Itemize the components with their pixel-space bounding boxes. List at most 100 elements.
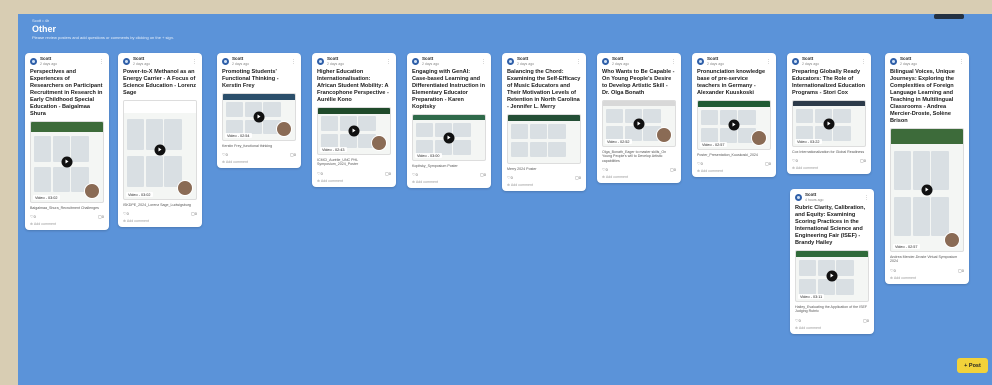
post-card[interactable]: Scott 2 days ago ⋮ Preparing Globally Ready… [787, 53, 871, 175]
presenter-photo [656, 127, 672, 143]
poster-thumbnail[interactable]: Video - 02:43 [317, 107, 391, 155]
comment-button[interactable]: ▢0 [385, 171, 391, 176]
poster-thumbnail[interactable]: Video - 03:02 [123, 100, 197, 200]
poster-thumbnail[interactable]: Video - 03:00 [412, 114, 486, 161]
post-card[interactable]: Scott 2 days ago ⋮ Promoting Students' Func… [217, 53, 301, 169]
play-icon[interactable] [633, 118, 645, 129]
comment-button[interactable]: ▢0 [290, 152, 296, 157]
post-card[interactable]: Scott 2 days ago ⋮ Engaging with GenAI: Cas… [407, 53, 491, 189]
comment-button[interactable]: ▢0 [575, 175, 581, 180]
add-comment-label: Add comment [893, 275, 916, 280]
post-card[interactable]: Scott 4 hours ago ⋮ Rubric Clarity, Calibra… [790, 189, 874, 334]
like-button[interactable]: ♡0 [30, 214, 36, 219]
like-button[interactable]: ♡0 [792, 158, 798, 163]
more-options-icon[interactable]: ⋮ [766, 59, 771, 65]
poster-thumbnail[interactable]: Video - 02:54 [222, 93, 296, 141]
more-options-icon[interactable]: ⋮ [99, 59, 104, 65]
more-options-icon[interactable]: ⋮ [959, 59, 964, 65]
poster-header-band [793, 101, 865, 107]
presenter-photo [84, 183, 100, 199]
more-options-icon[interactable]: ⋮ [861, 59, 866, 65]
post-button[interactable]: + Post [957, 358, 988, 373]
board-title: Other [32, 24, 57, 34]
poster-header-band [508, 115, 580, 121]
post-card[interactable]: Scott 2 days ago ⋮ Perspectives and Experie… [25, 53, 109, 231]
poster-thumbnail[interactable] [507, 114, 581, 164]
play-icon[interactable] [826, 270, 838, 282]
post-card[interactable]: Scott 2 days ago ⋮ Pronunciation knowledge … [692, 53, 776, 178]
comment-button[interactable]: ▢0 [860, 158, 866, 163]
comment-button[interactable]: ▢0 [863, 318, 869, 323]
comment-button[interactable]: ▢0 [670, 167, 676, 172]
poster-text-block [700, 127, 719, 144]
play-icon[interactable] [443, 132, 455, 143]
post-time: 4 hours ago [805, 197, 824, 202]
add-comment-input[interactable]: ⊕ Add comment [222, 160, 296, 164]
poster-text-block [510, 141, 529, 158]
comment-count: 0 [673, 167, 676, 173]
post-author-row: Scott 2 days ago ⋮ [890, 57, 964, 66]
add-comment-label: Add comment [700, 169, 723, 174]
play-icon[interactable] [348, 125, 360, 137]
more-options-icon[interactable]: ⋮ [192, 59, 197, 65]
like-button[interactable]: ♡0 [317, 171, 323, 176]
post-stats: ♡0 ▢0 [123, 211, 197, 216]
post-author-row: Scott 2 days ago ⋮ [222, 57, 296, 66]
comment-button[interactable]: ▢0 [765, 161, 771, 166]
add-comment-input[interactable]: ⊕ Add comment [30, 222, 104, 226]
poster-thumbnail[interactable]: Video - 03:02 [30, 121, 104, 203]
comment-button[interactable]: ▢0 [480, 172, 486, 177]
more-options-icon[interactable]: ⋮ [576, 59, 581, 65]
add-comment-input[interactable]: ⊕ Add comment [507, 183, 581, 187]
comment-button[interactable]: ▢0 [958, 268, 964, 273]
play-icon[interactable] [823, 118, 835, 129]
post-time: 2 days ago [900, 61, 918, 66]
more-options-icon[interactable]: ⋮ [864, 195, 869, 201]
like-button[interactable]: ♡0 [123, 211, 129, 216]
post-card[interactable]: Scott 2 days ago ⋮ Who Wants to Be Capable … [597, 53, 681, 184]
poster-thumbnail[interactable]: Video - 02:57 [697, 100, 771, 150]
add-comment-input[interactable]: ⊕ Add comment [792, 166, 866, 170]
more-options-icon[interactable]: ⋮ [291, 59, 296, 65]
poster-thumbnail[interactable]: Video - 03:22 [792, 100, 866, 147]
like-button[interactable]: ♡0 [795, 318, 801, 323]
comment-button[interactable]: ▢0 [191, 211, 197, 216]
more-options-icon[interactable]: ⋮ [671, 59, 676, 65]
like-button[interactable]: ♡0 [697, 161, 703, 166]
play-icon[interactable] [921, 184, 933, 196]
like-count: 0 [798, 317, 801, 323]
add-comment-input[interactable]: ⊕ Add comment [412, 180, 486, 184]
play-icon[interactable] [154, 144, 166, 156]
like-button[interactable]: ♡0 [507, 175, 513, 180]
author-meta: Scott 2 days ago [612, 57, 629, 66]
top-toolbar-button[interactable] [934, 14, 964, 19]
play-icon[interactable] [728, 119, 740, 131]
add-comment-input[interactable]: ⊕ Add comment [890, 276, 964, 280]
play-icon[interactable] [61, 156, 73, 168]
post-card[interactable]: Scott 2 days ago ⋮ Higher Education Interna… [312, 53, 396, 187]
like-button[interactable]: ♡0 [412, 172, 418, 177]
post-card[interactable]: Scott 2 days ago ⋮ Bilingual Voices, Unique… [885, 53, 969, 284]
poster-text-block [126, 118, 145, 150]
like-button[interactable]: ♡0 [602, 167, 608, 172]
comment-button[interactable]: ▢0 [98, 214, 104, 219]
poster-thumbnail[interactable]: Video - 03:11 [795, 250, 869, 302]
post-time: 2 days ago [612, 61, 630, 66]
post-card[interactable]: Scott 2 days ago ⋮ Balancing the Chord: Exa… [502, 53, 586, 192]
add-comment-input[interactable]: ⊕ Add comment [602, 175, 676, 179]
more-options-icon[interactable]: ⋮ [481, 59, 486, 65]
add-comment-label: Add comment [798, 325, 821, 330]
add-comment-input[interactable]: ⊕ Add comment [697, 169, 771, 173]
poster-thumbnail[interactable]: Video - 02:57 [890, 128, 964, 252]
comment-count: 0 [768, 161, 771, 167]
add-comment-input[interactable]: ⊕ Add comment [795, 326, 869, 330]
add-comment-input[interactable]: ⊕ Add comment [123, 219, 197, 223]
like-button[interactable]: ♡0 [890, 268, 896, 273]
post-card[interactable]: Scott 2 days ago ⋮ Power-to-X Methanol as a… [118, 53, 202, 228]
poster-thumbnail[interactable]: Video - 02:52 [602, 100, 676, 147]
avatar-icon [602, 58, 609, 65]
add-comment-input[interactable]: ⊕ Add comment [317, 179, 391, 183]
more-options-icon[interactable]: ⋮ [386, 59, 391, 65]
like-button[interactable]: ♡0 [222, 152, 228, 157]
play-icon[interactable] [253, 111, 265, 123]
